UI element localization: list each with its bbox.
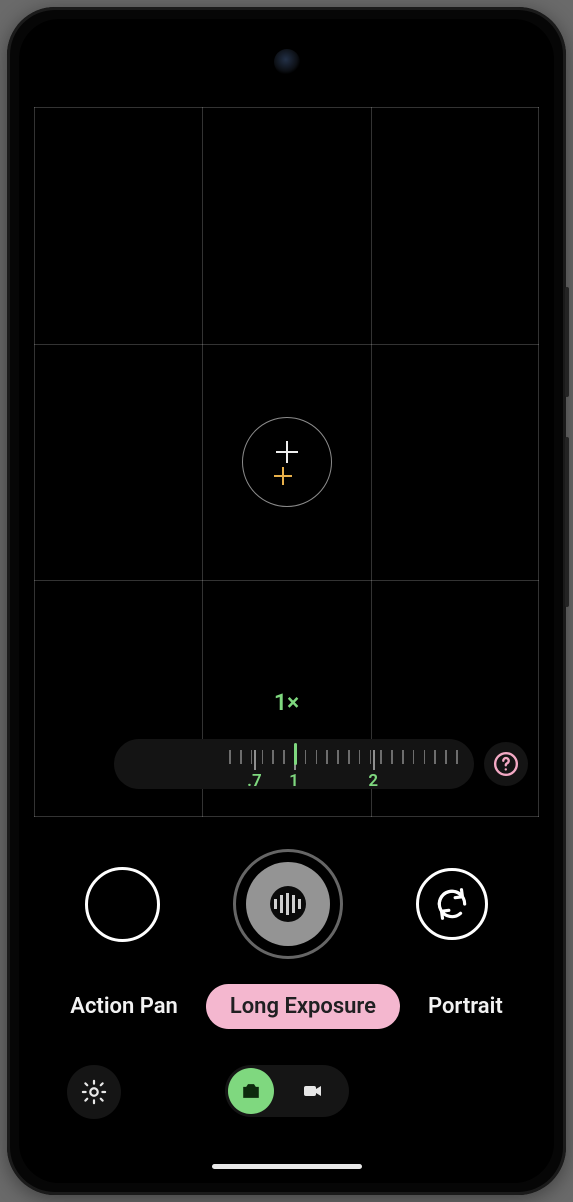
camera-flip-icon	[433, 885, 471, 923]
photo-mode-toggle[interactable]	[228, 1068, 274, 1114]
bottom-controls	[19, 1057, 554, 1127]
long-exposure-icon	[270, 886, 306, 922]
phone-frame: 1× .7 1 2	[7, 7, 566, 1195]
tab-portrait[interactable]: Portrait	[428, 994, 503, 1019]
home-indicator[interactable]	[212, 1164, 362, 1169]
grid-line	[202, 107, 203, 817]
grid-line	[34, 816, 539, 817]
shutter-bar	[19, 839, 554, 969]
camera-icon	[240, 1080, 262, 1102]
zoom-indicator[interactable]	[294, 743, 297, 765]
shutter-inner	[246, 862, 330, 946]
zoom-slider[interactable]: .7 1 2	[114, 739, 474, 789]
camera-flip-button[interactable]	[416, 868, 488, 940]
gallery-thumbnail[interactable]	[85, 867, 160, 942]
help-circle-icon	[493, 751, 519, 777]
help-button[interactable]	[484, 742, 528, 786]
zoom-tick-major	[254, 750, 256, 770]
volume-button	[565, 287, 569, 397]
grid-line	[34, 107, 539, 108]
photo-video-toggle[interactable]	[225, 1065, 349, 1117]
power-button	[565, 437, 569, 607]
videocam-icon	[301, 1079, 325, 1103]
zoom-mark-label: 2	[368, 771, 378, 791]
grid-line	[34, 344, 539, 345]
grid-line	[34, 107, 35, 817]
tab-action-pan[interactable]: Action Pan	[70, 994, 178, 1019]
settings-button[interactable]	[67, 1065, 121, 1119]
zoom-mark-label: .7	[247, 771, 262, 791]
grid-line	[34, 580, 539, 581]
tab-long-exposure[interactable]: Long Exposure	[206, 984, 400, 1029]
zoom-mark-label: 1	[289, 771, 299, 791]
zoom-tick-major	[373, 750, 375, 770]
shutter-button[interactable]	[233, 849, 343, 959]
video-mode-toggle[interactable]	[277, 1065, 349, 1117]
settings-gear-icon	[80, 1078, 108, 1106]
grid-line	[538, 107, 539, 817]
screen: 1× .7 1 2	[19, 19, 554, 1183]
grid-line	[371, 107, 372, 817]
mode-tabs[interactable]: Action Pan Long Exposure Portrait	[19, 979, 554, 1034]
selfie-camera-hole	[274, 49, 300, 75]
zoom-level-label: 1×	[274, 689, 299, 716]
focus-indicator[interactable]	[242, 417, 332, 507]
